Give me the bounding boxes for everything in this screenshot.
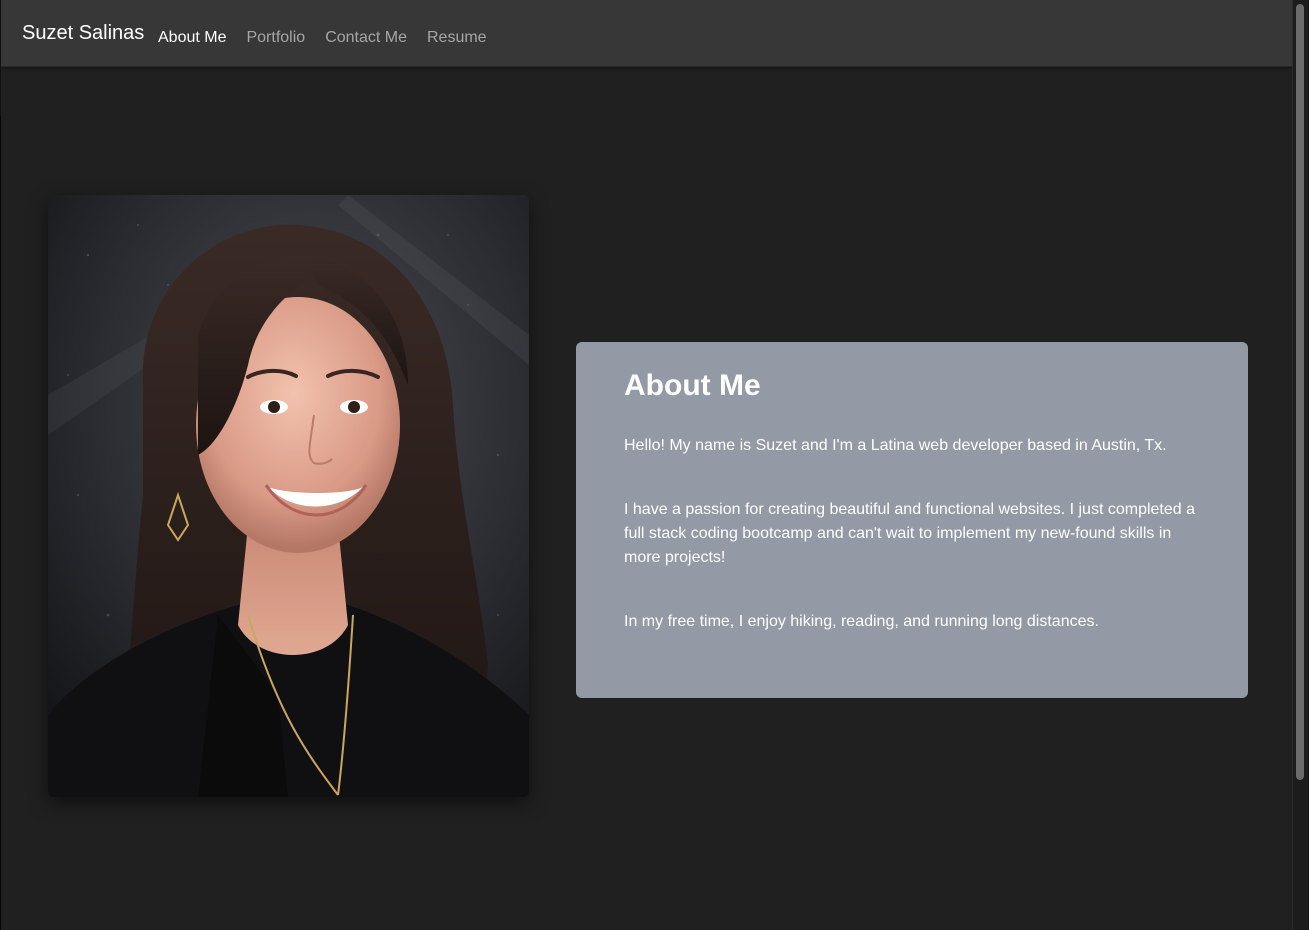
vertical-scrollbar[interactable]: [1292, 0, 1308, 930]
window-edge: [0, 116, 1, 930]
about-me-card: About Me Hello! My name is Suzet and I'm…: [576, 342, 1248, 698]
browser-viewport: Suzet Salinas About Me Portfolio Contact…: [1, 0, 1308, 930]
about-paragraph-passion: I have a passion for creating beautiful …: [624, 501, 1196, 566]
profile-photo: [48, 195, 529, 797]
nav-link-about-me[interactable]: About Me: [148, 28, 236, 48]
about-paragraph-intro: Hello! My name is Suzet and I'm a Latina…: [624, 437, 1167, 454]
about-me-heading: About Me: [624, 369, 761, 402]
nav-link-portfolio[interactable]: Portfolio: [236, 28, 315, 48]
scrollbar-thumb[interactable]: [1296, 4, 1304, 780]
brand-link[interactable]: Suzet Salinas: [22, 21, 144, 45]
nav-link-resume[interactable]: Resume: [417, 28, 497, 48]
nav-link-contact-me[interactable]: Contact Me: [315, 28, 417, 48]
nav-links: About Me Portfolio Contact Me Resume: [148, 28, 497, 48]
about-paragraph-hobbies: In my free time, I enjoy hiking, reading…: [624, 613, 1099, 630]
navbar: Suzet Salinas About Me Portfolio Contact…: [1, 0, 1293, 67]
